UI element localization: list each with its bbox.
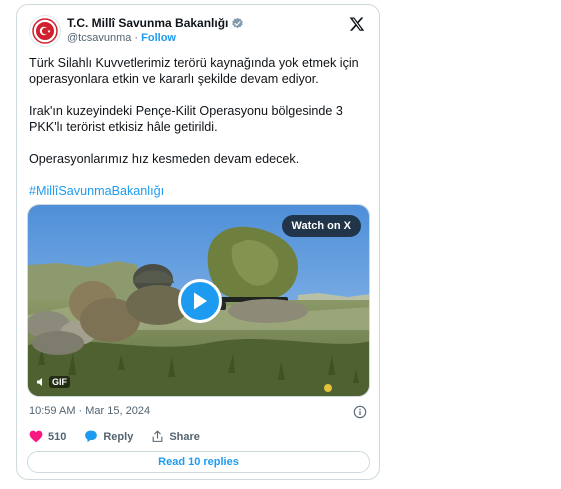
reply-label: Reply xyxy=(103,430,134,443)
timestamp[interactable]: 10:59 AM · Mar 15, 2024 xyxy=(29,405,150,417)
share-button[interactable]: Share xyxy=(151,430,200,443)
play-icon xyxy=(194,292,207,310)
gif-badge: GIF xyxy=(36,376,70,388)
handle-row: @tcsavunma · Follow xyxy=(67,32,176,44)
separator-dot: · xyxy=(134,32,139,44)
gif-label: GIF xyxy=(49,376,70,388)
avatar[interactable] xyxy=(29,15,61,47)
share-icon xyxy=(152,430,163,442)
x-logo-icon[interactable] xyxy=(349,16,365,32)
play-button[interactable] xyxy=(178,279,222,323)
heart-icon xyxy=(29,430,43,443)
reply-button[interactable]: Reply xyxy=(84,430,133,443)
info-icon[interactable] xyxy=(353,405,367,419)
video-thumbnail[interactable]: Watch on X GIF xyxy=(27,204,370,397)
share-label: Share xyxy=(169,430,200,443)
volume-icon xyxy=(37,378,42,386)
ministry-emblem-icon xyxy=(32,18,58,44)
tweet-header: T.C. Millî Savunma Bakanlığı @tcsavunma … xyxy=(29,15,367,49)
hashtag-link[interactable]: #MillîSavunmaBakanlığı xyxy=(29,184,164,198)
tweet-paragraph: Türk Silahlı Kuvvetlerimiz terörü kaynağ… xyxy=(29,56,359,86)
account-handle[interactable]: @tcsavunma xyxy=(67,32,131,44)
tweet-text: Türk Silahlı Kuvvetlerimiz terörü kaynağ… xyxy=(29,55,369,215)
tweet-paragraph: Irak'ın kuzeyindeki Pençe-Kilit Operasyo… xyxy=(29,104,343,134)
account-name[interactable]: T.C. Millî Savunma Bakanlığı xyxy=(67,16,228,30)
read-replies-button[interactable]: Read 10 replies xyxy=(27,451,370,473)
tweet-paragraph: Operasyonlarımız hız kesmeden devam edec… xyxy=(29,152,300,166)
like-count: 510 xyxy=(48,430,67,443)
action-bar: 510 Reply Share xyxy=(29,430,218,443)
verified-badge-icon xyxy=(232,17,244,28)
like-button[interactable]: 510 xyxy=(29,430,66,443)
follow-button[interactable]: Follow xyxy=(141,32,176,44)
tweet-card[interactable]: T.C. Millî Savunma Bakanlığı @tcsavunma … xyxy=(16,4,380,480)
watch-on-x-button[interactable]: Watch on X xyxy=(281,215,361,237)
reply-icon xyxy=(85,430,98,443)
